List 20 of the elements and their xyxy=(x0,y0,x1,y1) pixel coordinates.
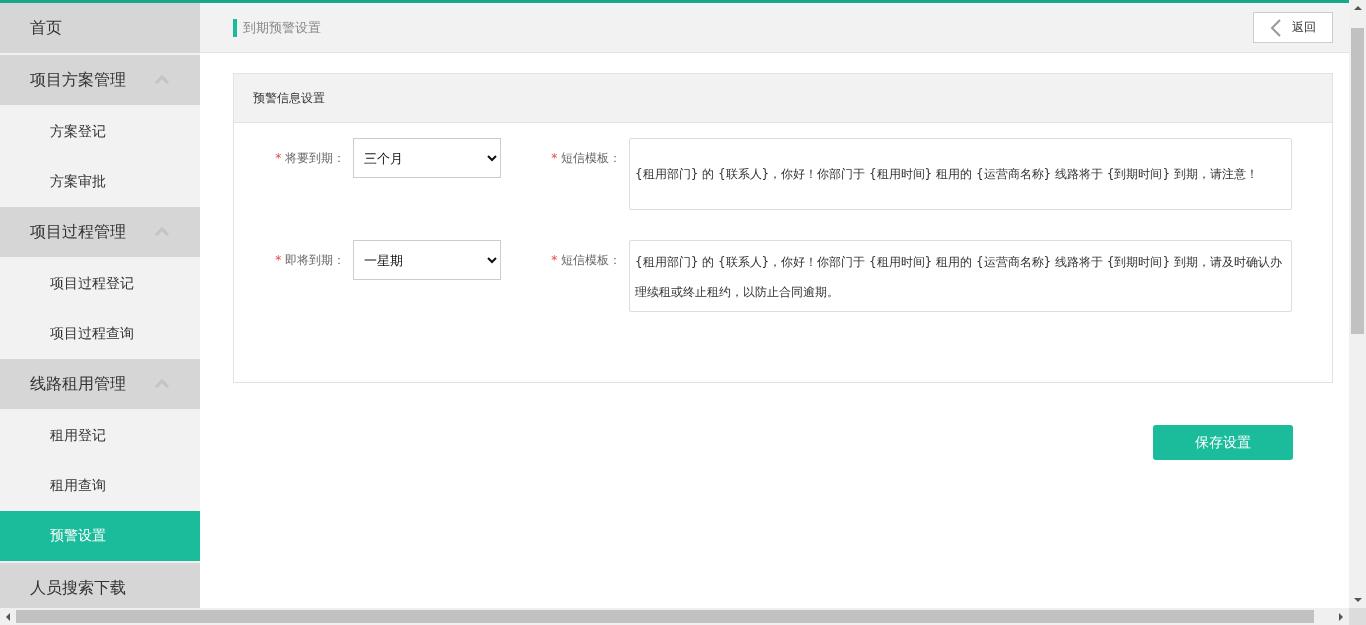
page-title: 到期预警设置 xyxy=(233,18,321,37)
nav-item[interactable]: 首页 xyxy=(0,3,200,55)
nav-item[interactable]: 人员搜索下载 xyxy=(0,563,200,608)
field-label: * 短信模板： xyxy=(550,252,622,269)
nav-item[interactable]: 线路租用管理 xyxy=(0,359,200,411)
nav-item[interactable]: 项目方案管理 xyxy=(0,55,200,107)
vertical-scrollbar[interactable] xyxy=(1349,0,1366,608)
template-field[interactable]: {租用部门} 的 {联系人}，你好！你部门于 {租用时间} 租用的 {运营商名称} 线路将于 {到期时间} 到期，请注意！ xyxy=(629,138,1292,210)
panel-title: 预警信息设置 xyxy=(253,89,325,107)
field-label: * 即将到期： xyxy=(274,252,346,269)
back-button[interactable]: 返回 xyxy=(1253,12,1333,43)
scrollbar-corner xyxy=(1349,608,1366,625)
period-dropdown[interactable]: 一星期 xyxy=(353,240,501,280)
chevron-left-icon xyxy=(1270,17,1282,38)
field-label: * 将要到期： xyxy=(274,150,346,167)
field-label: * 短信模板： xyxy=(550,150,622,167)
template-field[interactable]: {租用部门} 的 {联系人}，你好！你部门于 {租用时间} 租用的 {运营商名称} 线路将于 {到期时间} 到期，请及时确认办理续租或终止租约，以防止合同逾期。 xyxy=(629,240,1292,312)
period-dropdown[interactable]: 三个月 xyxy=(353,138,501,178)
horizontal-scrollbar[interactable] xyxy=(0,608,1349,625)
nav-item[interactable]: 项目过程管理 xyxy=(0,207,200,259)
